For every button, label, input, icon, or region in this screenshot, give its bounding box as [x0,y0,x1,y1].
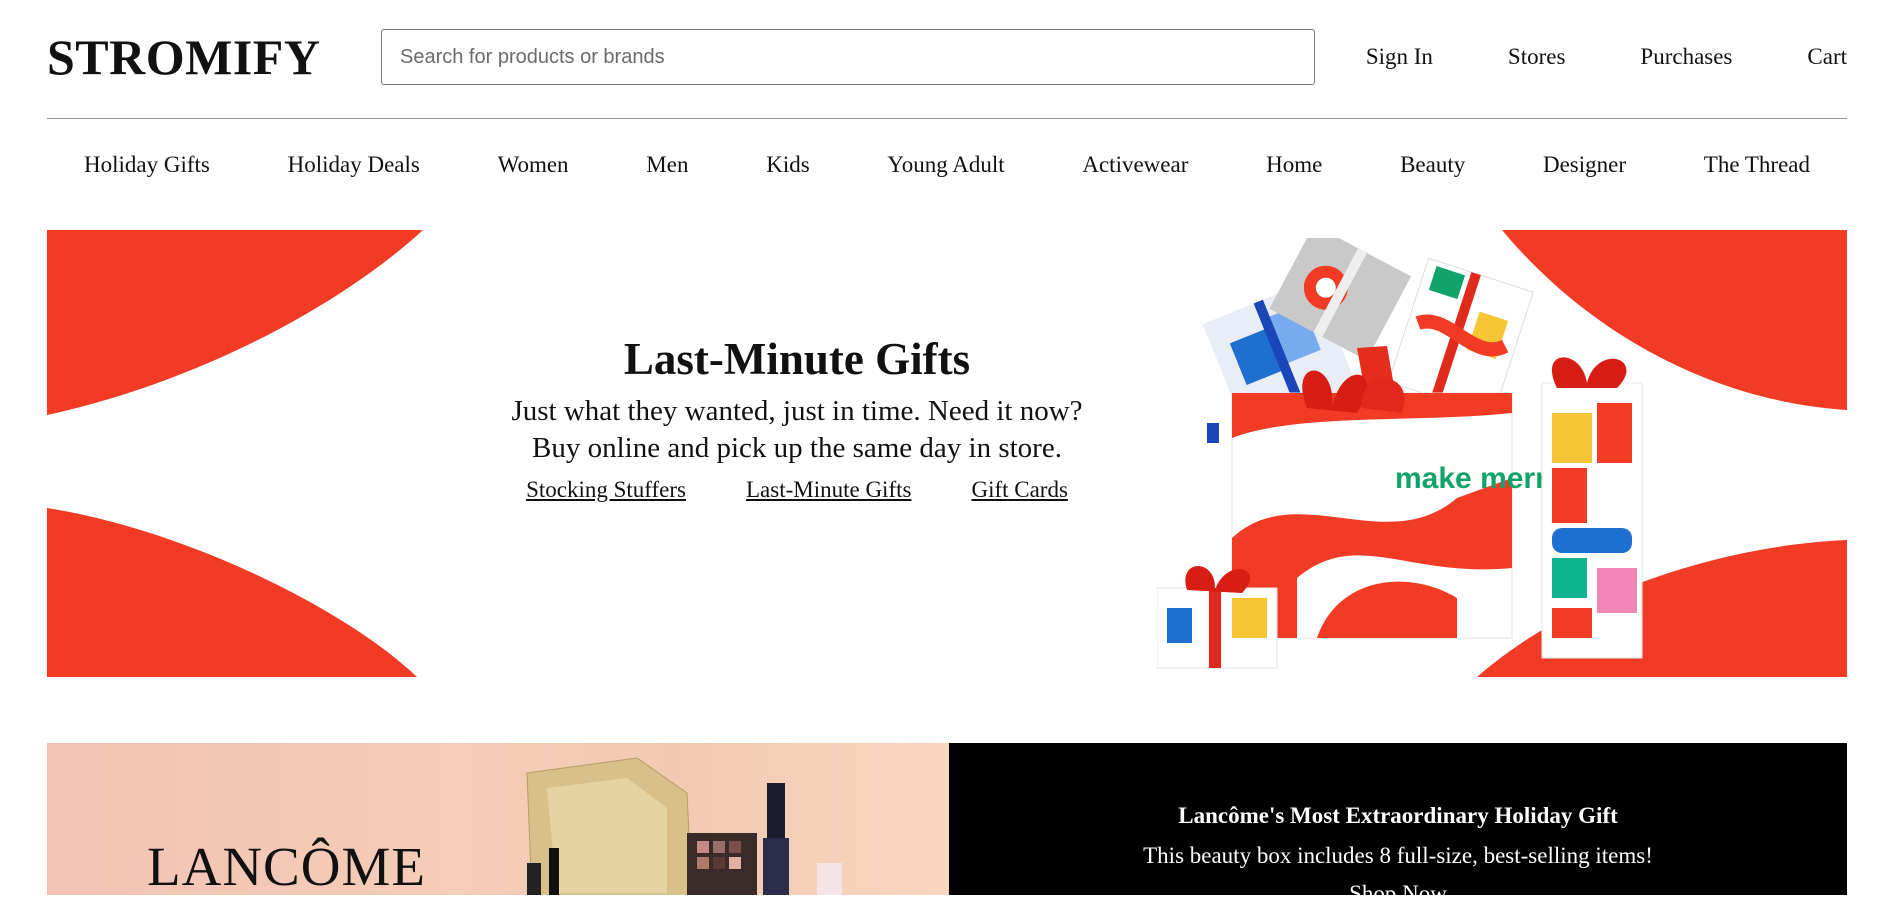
hero-text: Last-Minute Gifts Just what they wanted,… [387,334,1207,503]
hero-banner[interactable]: Last-Minute Gifts Just what they wanted,… [47,230,1847,677]
site-logo[interactable]: STROMIFY [47,28,320,86]
site-header: STROMIFY Sign In Stores Purchases Cart [47,0,1847,119]
nav-item-men[interactable]: Men [646,152,688,178]
lancome-promo-image[interactable]: LANCÔME [47,743,949,895]
nav-item-holiday-gifts[interactable]: Holiday Gifts [84,152,210,178]
stores-link[interactable]: Stores [1508,44,1566,70]
stocking-stuffers-link[interactable]: Stocking Stuffers [526,477,686,503]
gift-bag-illustration: make merry [1157,238,1643,669]
hero-subtitle-line-2: Buy online and pick up the same day in s… [532,431,1062,464]
hero-links: Stocking Stuffers Last-Minute Gifts Gift… [387,477,1207,503]
nav-item-home[interactable]: Home [1266,152,1322,178]
lancome-promo-text: Lancôme's Most Extraordinary Holiday Gif… [949,743,1847,906]
nav-item-designer[interactable]: Designer [1543,152,1626,178]
promo-subtitle: This beauty box includes 8 full-size, be… [1143,843,1653,868]
sign-in-link[interactable]: Sign In [1366,44,1433,70]
account-links: Sign In Stores Purchases Cart [1366,44,1847,70]
beauty-box-illustration [526,757,842,895]
cart-link[interactable]: Cart [1807,44,1847,70]
nav-item-holiday-deals[interactable]: Holiday Deals [288,152,420,178]
category-nav: Holiday Gifts Holiday Deals Women Men Ki… [47,152,1847,178]
last-minute-gifts-link[interactable]: Last-Minute Gifts [746,477,911,503]
nav-item-beauty[interactable]: Beauty [1400,152,1465,178]
bag-brand-text: make merry [1395,462,1564,495]
gift-cards-link[interactable]: Gift Cards [971,477,1067,503]
nav-item-activewear[interactable]: Activewear [1082,152,1188,178]
hero-subtitle-line-1: Just what they wanted, just in time. Nee… [511,394,1083,427]
nav-item-kids[interactable]: Kids [766,152,809,178]
purchases-link[interactable]: Purchases [1640,44,1732,70]
nav-item-young-adult[interactable]: Young Adult [887,152,1004,178]
search-input[interactable] [381,29,1315,85]
nav-item-women[interactable]: Women [498,152,569,178]
promo-title: Lancôme's Most Extraordinary Holiday Gif… [1178,803,1618,828]
shop-now-link[interactable]: Shop Now [949,881,1847,907]
nav-item-the-thread[interactable]: The Thread [1704,152,1810,178]
brand-logo: LANCÔME [147,836,426,895]
hero-title: Last-Minute Gifts [623,334,971,384]
